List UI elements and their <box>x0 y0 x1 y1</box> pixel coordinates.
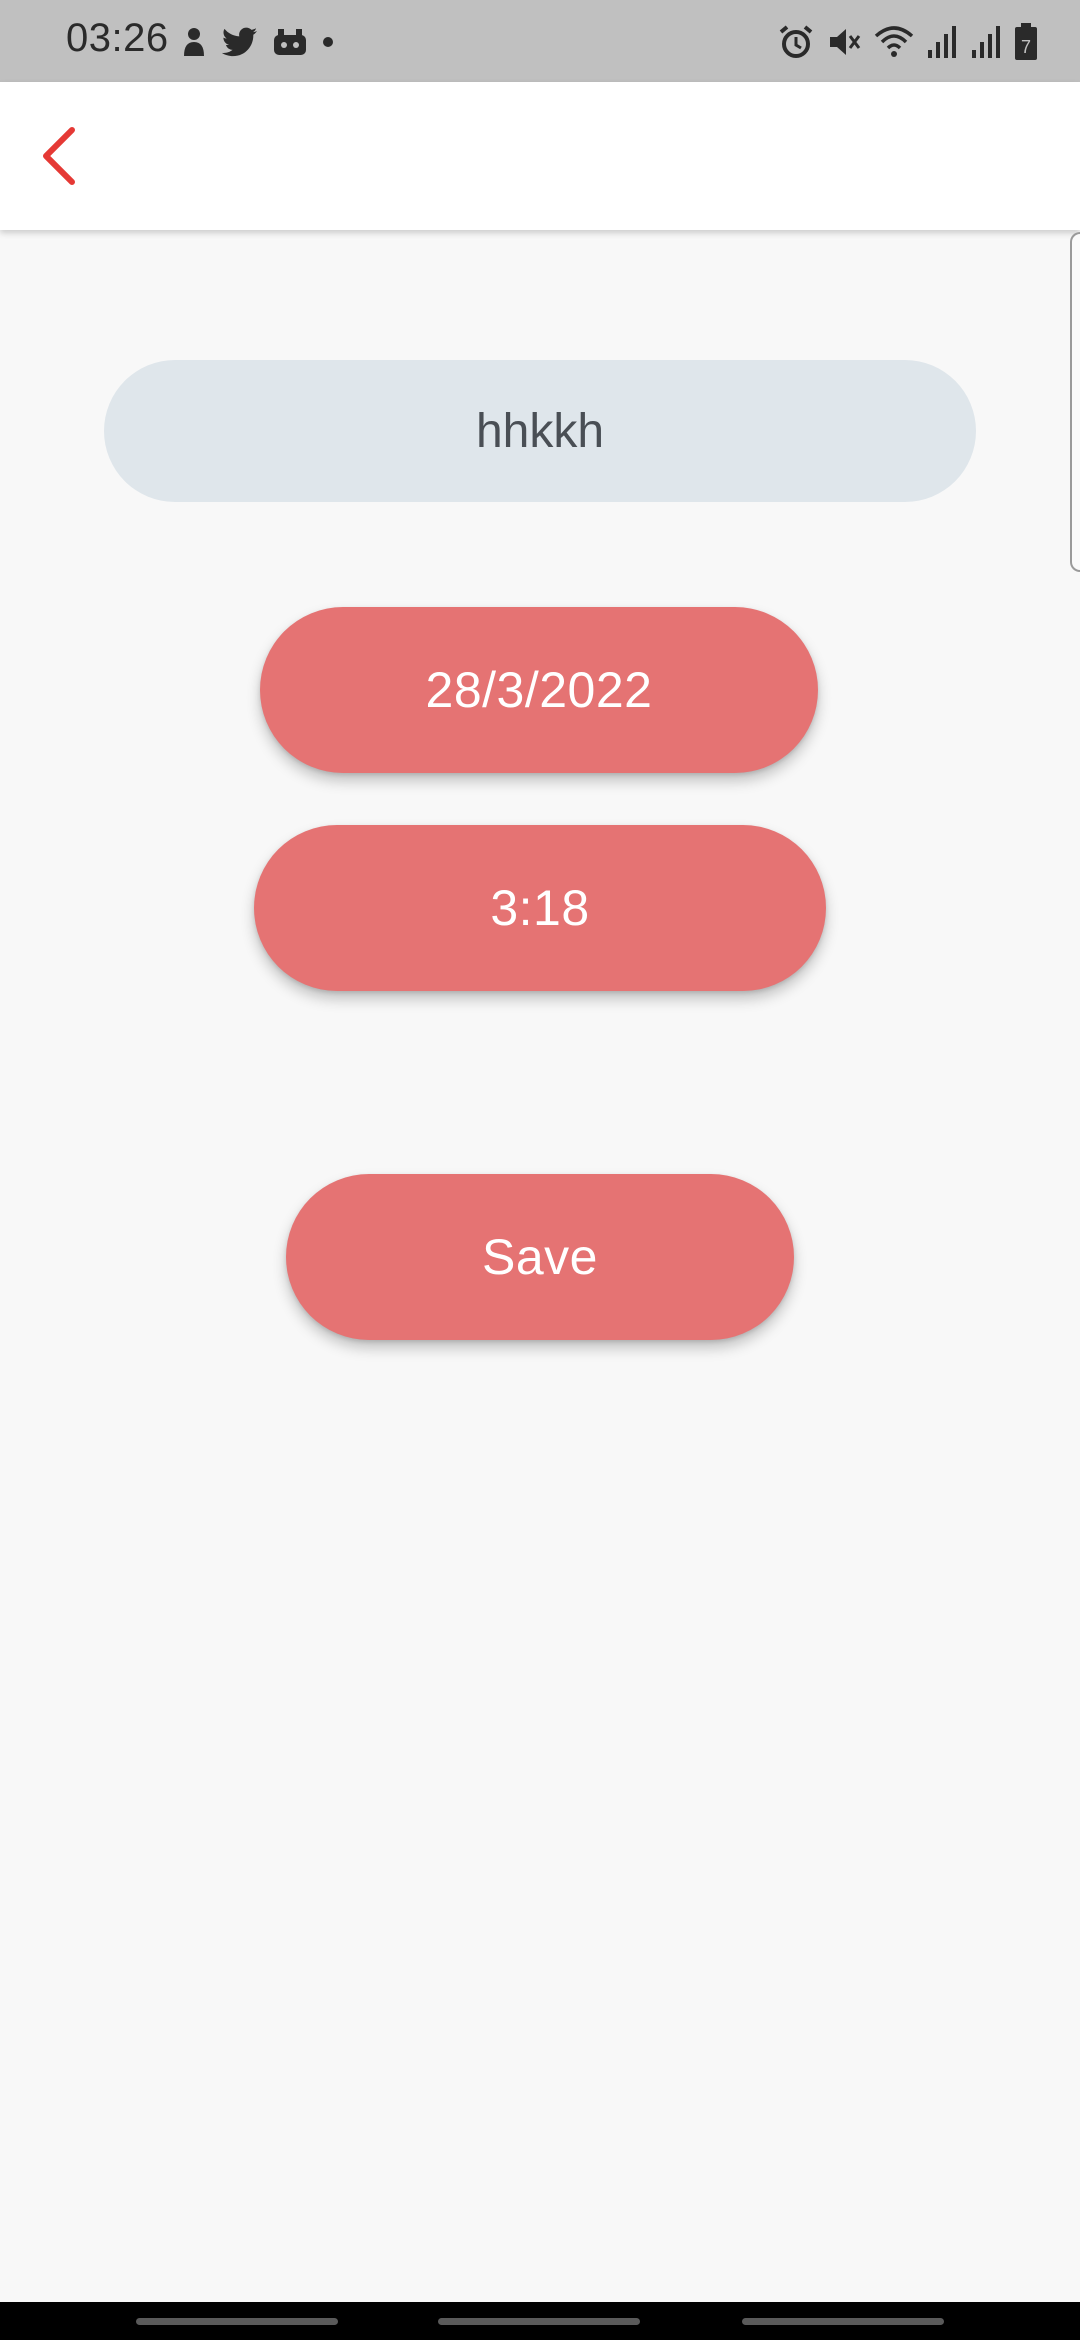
notification-character-icon <box>180 26 208 58</box>
nav-gesture-hint[interactable] <box>438 2318 640 2325</box>
signal-icon <box>970 24 1002 60</box>
battery-icon: 7 <box>1014 23 1038 61</box>
chevron-left-icon <box>30 127 90 198</box>
status-left-icons <box>180 24 334 60</box>
dot-icon <box>322 36 334 48</box>
signal-icon <box>926 24 958 60</box>
time-picker-button[interactable]: 3:18 <box>254 825 826 991</box>
wifi-icon <box>874 24 914 60</box>
status-time: 03:26 <box>66 16 169 60</box>
alarm-icon <box>778 24 814 60</box>
navigation-bar <box>0 2302 1080 2340</box>
status-bar: 03:26 7 <box>0 0 1080 82</box>
battery-level: 7 <box>1021 37 1031 57</box>
app-bar <box>0 82 1080 230</box>
game-icon <box>272 27 308 57</box>
status-right-icons: 7 <box>778 22 1038 62</box>
back-button[interactable] <box>30 118 90 194</box>
title-field[interactable]: hhkkh <box>104 360 976 502</box>
edge-panel-handle[interactable] <box>1070 232 1080 572</box>
date-picker-button[interactable]: 28/3/2022 <box>260 607 818 773</box>
screen: 03:26 7 hhkkh 28/3/2022 3:18 Save <box>0 0 1080 2340</box>
nav-gesture-hint[interactable] <box>136 2318 338 2325</box>
nav-gesture-hint[interactable] <box>742 2318 944 2325</box>
twitter-icon <box>222 27 258 57</box>
mute-icon <box>826 24 862 60</box>
save-button[interactable]: Save <box>286 1174 794 1340</box>
